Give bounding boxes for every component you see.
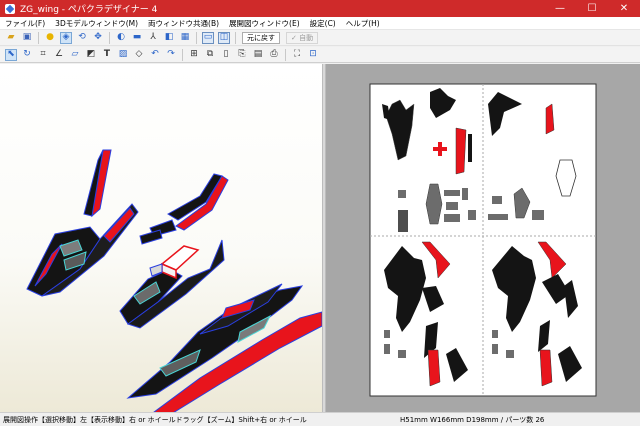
maximize-button[interactable]: ☐ (576, 0, 608, 17)
menu-3d-window[interactable]: 3Dモデルウィンドウ(M) (50, 18, 143, 29)
menu-both-windows[interactable]: 両ウィンドウ共通(B) (143, 18, 224, 29)
cylinder-icon[interactable]: ▬ (131, 32, 143, 44)
unfold-part (532, 210, 544, 220)
unfold-part (398, 190, 406, 198)
toolbar-main: ▰ ▣ ● ◈ ⟲ ✥ ◐ ▬ ⅄ ◧ ▦ ▭ ◫ 元に戻す ✓ 自動 (0, 30, 640, 46)
fold-line-icon[interactable]: ▱ (69, 49, 81, 61)
paint-icon[interactable]: ◐ (115, 32, 127, 44)
auto-checkbox[interactable]: ✓ 自動 (286, 31, 319, 44)
menu-settings[interactable]: 設定(C) (305, 18, 341, 29)
unfold-part (506, 350, 514, 358)
unfold-2d-view[interactable] (326, 64, 640, 412)
texture-icon[interactable]: ◈ (60, 31, 72, 44)
separator (285, 48, 286, 61)
move-icon[interactable]: ✥ (92, 32, 104, 44)
app-logo-icon (5, 3, 15, 14)
unfold-part (492, 330, 498, 338)
open-icon[interactable]: ▰ (5, 32, 17, 44)
window-3d-icon[interactable]: ▭ (202, 31, 214, 44)
redo-icon[interactable]: ↷ (165, 49, 177, 61)
minimize-button[interactable]: — (544, 0, 576, 17)
fit-view-icon[interactable]: ⛶ (291, 49, 303, 61)
menu-file[interactable]: ファイル(F) (0, 18, 50, 29)
unfold-part (468, 134, 472, 162)
save-icon[interactable]: ▣ (21, 32, 33, 44)
undo-icon[interactable]: ↶ (149, 49, 161, 61)
document-icon[interactable]: ▤ (252, 49, 264, 61)
separator (196, 31, 197, 44)
separator (38, 31, 39, 44)
unfold-part (444, 214, 460, 222)
undo-button[interactable]: 元に戻す (242, 31, 280, 44)
unfold-part (488, 214, 508, 220)
page-icon[interactable]: ▯ (220, 49, 232, 61)
grid-view-icon[interactable]: ⊡ (307, 49, 319, 61)
separator (182, 48, 183, 61)
select-arrow-icon[interactable]: ⬉ (5, 48, 17, 61)
export-icon[interactable]: ⎘ (236, 49, 248, 61)
title-bar: ZG_wing - ペパクラデザイナー 4 — ☐ ✕ (0, 0, 640, 17)
menu-unfold-window[interactable]: 展開図ウィンドウ(E) (224, 18, 305, 29)
model-3d-canvas[interactable] (0, 64, 322, 412)
unfold-part (446, 202, 458, 210)
edge-icon[interactable]: ◧ (163, 32, 175, 44)
cube-icon[interactable]: ◇ (133, 49, 145, 61)
unfold-part (384, 330, 390, 338)
unfold-part (468, 210, 476, 220)
separator (109, 31, 110, 44)
unfold-part (398, 210, 408, 232)
join-edges-icon[interactable]: ⌗ (37, 49, 49, 61)
unfold-part (384, 344, 390, 354)
unfold-part (462, 188, 468, 200)
rotate-icon[interactable]: ⟲ (76, 32, 88, 44)
separator (235, 31, 236, 44)
part-icon[interactable]: ▦ (179, 32, 191, 44)
unfold-part (539, 349, 553, 387)
unfold-part (427, 349, 441, 387)
image-icon[interactable]: ▨ (117, 49, 129, 61)
pages-icon[interactable]: ⧉ (204, 49, 216, 61)
unfold-part (492, 344, 498, 354)
print-icon[interactable]: ⎙ (268, 49, 280, 61)
light-icon[interactable]: ● (44, 32, 56, 44)
status-hint: 展開図操作【選択移動】左【表示移動】右 or ホイールドラッグ【ズーム】Shif… (3, 415, 307, 424)
toolbar-edit: ⬉ ↻ ⌗ ∠ ▱ ◩ T ▨ ◇ ↶ ↷ ⊞ ⧉ ▯ ⎘ ▤ ⎙ ⛶ ⊡ (0, 47, 640, 63)
unfold-part (433, 147, 447, 151)
status-bar: 展開図操作【選択移動】左【表示移動】右 or ホイールドラッグ【ズーム】Shif… (0, 412, 640, 426)
unfold-part (398, 350, 406, 358)
rotate-part-icon[interactable]: ↻ (21, 49, 33, 61)
window-title: ZG_wing - ペパクラデザイナー 4 (20, 5, 158, 15)
flap-icon[interactable]: ◩ (85, 49, 97, 61)
window-2d-icon[interactable]: ◫ (218, 31, 230, 44)
unfold-part (492, 196, 502, 204)
status-dimensions: H51mm W166mm D198mm / パーツ数 26 (400, 415, 545, 424)
model-part (139, 229, 163, 245)
unfold-2d-canvas[interactable] (326, 64, 640, 412)
unfold-part (444, 190, 460, 196)
page-layout-icon[interactable]: ⊞ (188, 49, 200, 61)
axis-icon[interactable]: ⅄ (147, 32, 159, 44)
close-button[interactable]: ✕ (608, 0, 640, 17)
text-icon[interactable]: T (101, 49, 113, 61)
draw-line-icon[interactable]: ∠ (53, 49, 65, 61)
model-3d-view[interactable] (0, 64, 322, 412)
menu-help[interactable]: ヘルプ(H) (341, 18, 385, 29)
menu-bar: ファイル(F) 3Dモデルウィンドウ(M) 両ウィンドウ共通(B) 展開図ウィン… (0, 17, 640, 30)
